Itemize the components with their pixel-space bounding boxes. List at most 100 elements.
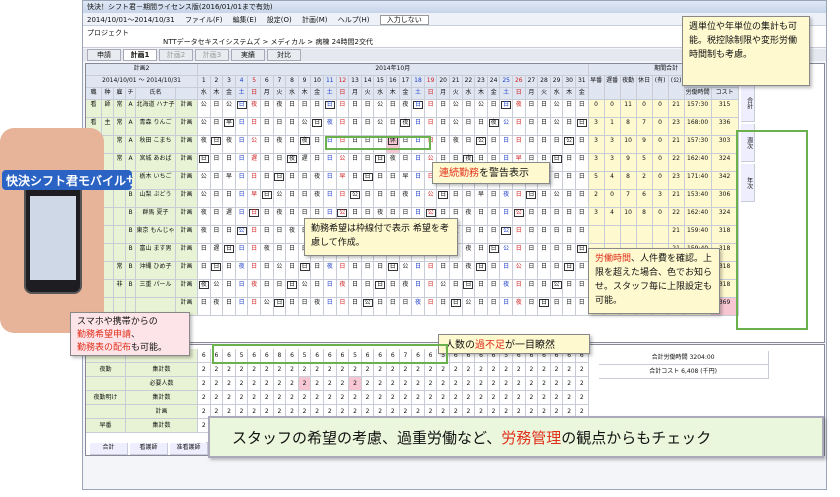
shift-cell[interactable]: 日 [487, 226, 501, 244]
shift-cell[interactable]: 夜 [513, 298, 526, 316]
shift-cell[interactable]: 日 [576, 244, 589, 262]
shift-cell[interactable]: 日 [261, 208, 274, 226]
shift-cell[interactable]: 夜 [399, 118, 413, 136]
shift-cell[interactable]: 夜 [399, 190, 413, 208]
shift-cell[interactable]: 公 [273, 262, 287, 280]
shift-cell[interactable]: 夜 [198, 280, 211, 298]
shift-cell[interactable]: 日 [374, 172, 387, 190]
shift-cell[interactable]: 日 [324, 172, 337, 190]
menu-settings[interactable]: 設定(O) [267, 16, 292, 24]
shift-cell[interactable]: 日 [210, 136, 224, 154]
shift-cell[interactable]: 公 [235, 226, 249, 244]
shift-cell[interactable]: 日 [475, 280, 488, 298]
shift-cell[interactable]: 夜 [324, 262, 337, 280]
shift-cell[interactable]: 日 [387, 262, 400, 280]
shift-cell[interactable]: 夜 [500, 280, 513, 298]
shift-cell[interactable]: 日 [462, 280, 476, 298]
shift-cell[interactable]: 日 [538, 136, 551, 154]
shift-cell[interactable]: 日 [576, 208, 589, 226]
shift-cell[interactable]: 日 [336, 262, 350, 280]
shift-cell[interactable]: 早 [223, 118, 236, 136]
shift-cell[interactable]: 日 [487, 280, 501, 298]
shift-cell[interactable]: 日 [361, 100, 375, 118]
shift-cell[interactable]: 日 [248, 244, 261, 262]
shift-cell[interactable]: 日 [336, 118, 350, 136]
shift-cell[interactable]: 日 [563, 262, 576, 280]
shift-cell[interactable]: 日 [576, 154, 589, 172]
shift-cell[interactable]: 日 [437, 298, 450, 316]
shift-cell[interactable]: 日 [273, 244, 287, 262]
shift-cell[interactable]: 日 [487, 208, 501, 226]
shift-cell[interactable]: 日 [311, 280, 324, 298]
shift-cell[interactable]: 日 [248, 298, 261, 316]
shift-cell[interactable]: 夜 [286, 154, 299, 172]
shift-cell[interactable]: 日 [412, 154, 425, 172]
shift-cell[interactable]: 日 [324, 280, 337, 298]
shift-cell[interactable]: 日 [450, 190, 463, 208]
shift-cell[interactable]: 日 [550, 208, 564, 226]
shift-cell[interactable]: 日 [387, 100, 400, 118]
shift-cell[interactable]: 日 [387, 280, 400, 298]
shift-cell[interactable]: 遅 [248, 154, 261, 172]
shift-cell[interactable]: 日 [500, 262, 513, 280]
shift-cell[interactable]: 公 [374, 100, 387, 118]
shift-cell[interactable]: 日 [525, 136, 539, 154]
shift-cell[interactable]: 日 [261, 100, 274, 118]
tab-2[interactable]: 計画2 [159, 49, 193, 61]
shift-cell[interactable]: 公 [500, 244, 513, 262]
shift-cell[interactable]: 日 [387, 298, 400, 316]
shift-cell[interactable]: 夜 [223, 136, 236, 154]
shift-cell[interactable]: 日 [210, 154, 224, 172]
shift-cell[interactable]: 日 [298, 298, 312, 316]
shift-cell[interactable]: 公 [437, 280, 450, 298]
shift-cell[interactable]: 日 [361, 172, 375, 190]
shift-cell[interactable]: 日 [235, 136, 249, 154]
shift-cell[interactable]: 日 [424, 262, 438, 280]
shift-cell[interactable]: 日 [374, 190, 387, 208]
shift-cell[interactable]: 日 [513, 136, 526, 154]
shift-cell[interactable]: 日 [210, 172, 224, 190]
shift-cell[interactable]: 日 [210, 262, 224, 280]
shift-cell[interactable]: 公 [349, 190, 362, 208]
shift-cell[interactable]: 日 [538, 280, 551, 298]
shift-cell[interactable]: 日 [223, 262, 236, 280]
shift-cell[interactable]: 日 [500, 100, 513, 118]
tab-5[interactable]: 対比 [267, 49, 301, 61]
shift-cell[interactable]: 日 [286, 280, 299, 298]
shift-cell[interactable]: 日 [450, 298, 463, 316]
shift-cell[interactable]: 公 [513, 208, 526, 226]
shift-cell[interactable]: 日 [487, 262, 501, 280]
shift-cell[interactable]: 日 [248, 226, 261, 244]
shift-cell[interactable]: 日 [487, 298, 501, 316]
shift-cell[interactable]: 公 [475, 136, 488, 154]
shift-cell[interactable]: 日 [336, 190, 350, 208]
shift-cell[interactable]: 日 [513, 280, 526, 298]
shift-cell[interactable]: 日 [424, 100, 438, 118]
shift-cell[interactable]: 日 [311, 118, 324, 136]
shift-cell[interactable]: 夜 [198, 226, 211, 244]
shift-cell[interactable]: 日 [311, 154, 324, 172]
shift-cell[interactable]: 夜 [412, 298, 425, 316]
shift-cell[interactable]: 夜 [324, 118, 337, 136]
shift-cell[interactable]: 日 [210, 190, 224, 208]
shift-cell[interactable]: 公 [273, 190, 287, 208]
shift-cell[interactable]: 日 [538, 208, 551, 226]
shift-cell[interactable]: 夜 [462, 244, 476, 262]
shift-cell[interactable]: 日 [298, 190, 312, 208]
shift-cell[interactable]: 日 [525, 226, 539, 244]
shift-cell[interactable]: 日 [563, 208, 576, 226]
shift-cell[interactable]: 日 [550, 136, 564, 154]
shift-cell[interactable]: 公 [374, 118, 387, 136]
shift-cell[interactable]: 夜 [261, 244, 274, 262]
tab-1[interactable]: 計画1 [123, 49, 157, 61]
shift-cell[interactable]: 公 [424, 190, 438, 208]
shift-cell[interactable]: 日 [361, 262, 375, 280]
shift-cell[interactable]: 日 [298, 262, 312, 280]
shift-cell[interactable]: 日 [500, 136, 513, 154]
shift-cell[interactable]: 日 [576, 172, 589, 190]
shift-cell[interactable]: 日 [487, 190, 501, 208]
shift-cell[interactable]: 日 [513, 244, 526, 262]
shift-cell[interactable]: 日 [349, 100, 362, 118]
shift-cell[interactable]: 日 [223, 298, 236, 316]
shift-cell[interactable]: 日 [286, 298, 299, 316]
